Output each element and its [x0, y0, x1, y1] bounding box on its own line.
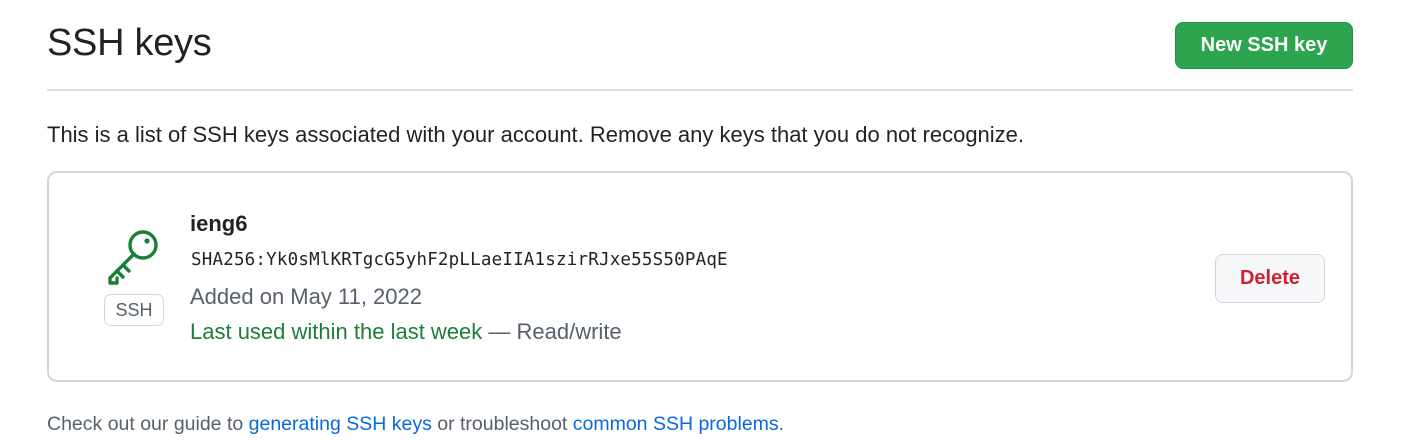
generating-ssh-keys-link[interactable]: generating SSH keys [249, 413, 432, 435]
ssh-badge: SSH [104, 294, 164, 326]
header-divider [47, 89, 1353, 91]
key-title: ieng6 [190, 211, 248, 236]
key-last-used: Last used within the last week [190, 319, 483, 344]
footer-note: Check out our guide to generating SSH ke… [47, 413, 784, 436]
key-fingerprint: SHA256:Yk0sMlKRTgcG5yhF2pLLaeIIA1szirRJx… [191, 250, 728, 270]
new-ssh-key-button[interactable]: New SSH key [1175, 22, 1353, 69]
footer-prefix: Check out our guide to [47, 413, 249, 435]
footer-suffix: . [778, 413, 785, 435]
key-access: — Read/write [482, 319, 622, 344]
key-added-date: Added on May 11, 2022 [190, 284, 422, 309]
common-ssh-problems-link[interactable]: common SSH problems [573, 413, 779, 435]
page-title: SSH keys [47, 22, 212, 64]
key-usage: Last used within the last week — Read/wr… [190, 319, 622, 345]
intro-text: This is a list of SSH keys associated wi… [47, 122, 1025, 147]
footer-middle: or troubleshoot [431, 413, 573, 435]
key-icon [104, 225, 164, 285]
delete-key-button[interactable]: Delete [1215, 254, 1325, 303]
ssh-key-card: SSH ieng6 SHA256:Yk0sMlKRTgcG5yhF2pLLaeI… [47, 171, 1353, 382]
